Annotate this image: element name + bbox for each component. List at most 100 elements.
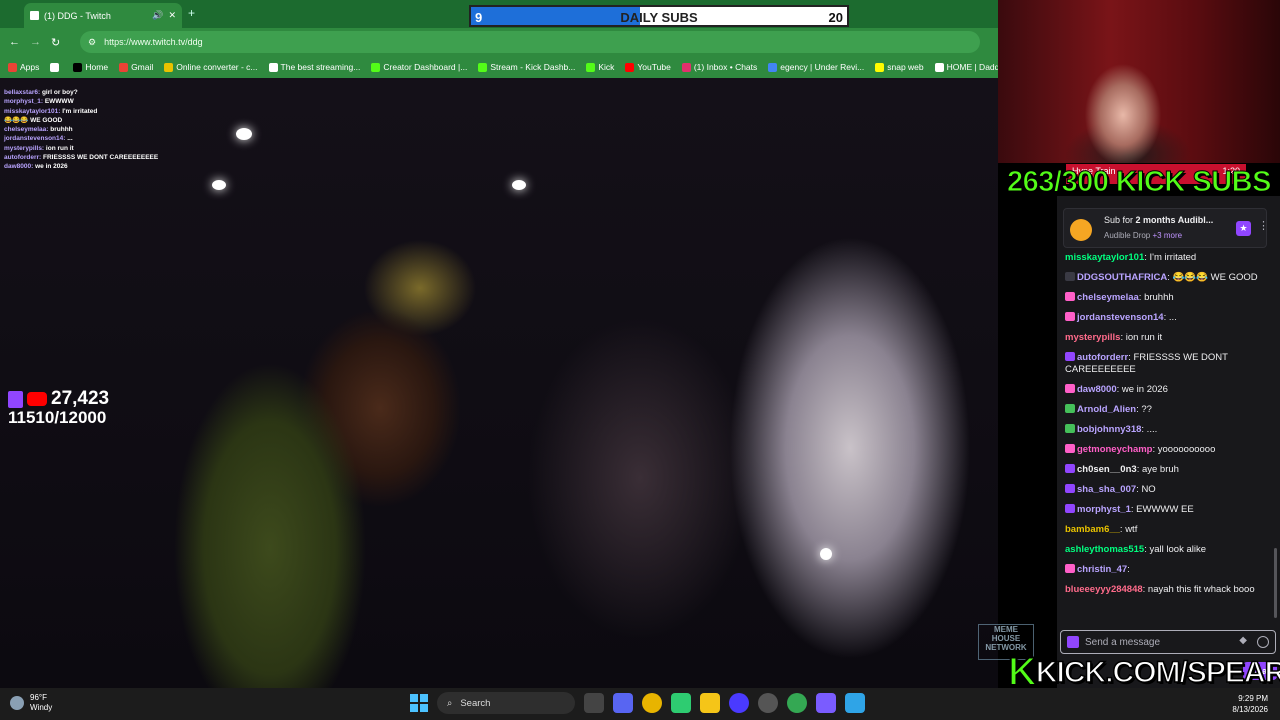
- app-grid-icon[interactable]: [816, 693, 836, 713]
- chat-badge-icon[interactable]: [1065, 444, 1075, 453]
- overlay-chat-user: bellaxstar6:: [4, 89, 41, 96]
- system-clock[interactable]: 9:29 PM 8/13/2026: [1232, 693, 1268, 715]
- chat-text: : nayah this fit whack booo: [1142, 584, 1255, 595]
- twitch-icon: [8, 390, 23, 408]
- start-windows-icon[interactable]: [410, 694, 428, 712]
- url-input[interactable]: ⚙ https://www.twitch.tv/ddg: [80, 31, 980, 53]
- promo-more-link[interactable]: +3 more: [1152, 231, 1182, 240]
- bookmark-label: egency | Under Revi...: [780, 62, 865, 72]
- chat-badge-icon[interactable]: [1065, 352, 1075, 361]
- chat-username[interactable]: blueeeyyy284848: [1065, 584, 1143, 595]
- bookmark-item[interactable]: Stream - Kick Dashb...: [478, 62, 575, 72]
- chat-scrollbar[interactable]: [1274, 548, 1277, 618]
- chat-username[interactable]: daw8000: [1077, 384, 1117, 395]
- bookmark-label: HOME | DaddyL: [946, 62, 998, 72]
- bookmark-item[interactable]: YouTube: [625, 62, 671, 72]
- bookmark-item[interactable]: The best streaming...: [268, 62, 360, 72]
- star-icon[interactable]: ★: [1236, 221, 1251, 236]
- bookmark-label: Online converter - c...: [176, 62, 258, 72]
- bookmark-label: YouTube: [637, 62, 671, 72]
- bookmark-item[interactable]: [50, 62, 62, 72]
- sub-promo-card[interactable]: Sub for 2 months Audibl... Audible Drop …: [1063, 208, 1269, 248]
- obs-icon[interactable]: [729, 693, 749, 713]
- chat-username[interactable]: DDGSOUTHAFRICA: [1077, 272, 1167, 283]
- overlay-chat-line: 😂😂😂 WE GOOD: [4, 116, 164, 125]
- emote-picker-icon[interactable]: [1257, 636, 1269, 648]
- bookmark-item[interactable]: Online converter - c...: [164, 62, 258, 72]
- bookmark-favicon-icon: [768, 62, 778, 72]
- chat-username[interactable]: bambam6__: [1065, 524, 1120, 535]
- kick-subs-goal: 263/300 KICK SUBS: [1007, 166, 1272, 199]
- chat-message: bobjohnny318: ....: [1065, 424, 1270, 436]
- tab-title: (1) DDG - Twitch: [44, 10, 111, 21]
- new-tab-button[interactable]: +: [188, 6, 195, 20]
- chat-username[interactable]: chelseymelaa: [1077, 292, 1139, 303]
- app-green-icon[interactable]: [671, 693, 691, 713]
- back-icon[interactable]: ←: [9, 36, 20, 48]
- chat-username[interactable]: getmoneychamp: [1077, 444, 1153, 455]
- chat-badge-icon[interactable]: [1065, 564, 1075, 573]
- overlay-chat-line: autoforderr: FRIESSSS WE DONT CAREEEEEEE…: [4, 153, 164, 162]
- taskbar-search-label: Search: [460, 697, 491, 709]
- bookmark-item[interactable]: egency | Under Revi...: [768, 62, 864, 72]
- chat-message: bambam6__: wtf: [1065, 524, 1270, 536]
- forward-icon[interactable]: →: [30, 36, 41, 48]
- bookmark-item[interactable]: Gmail: [119, 62, 153, 72]
- chat-username[interactable]: morphyst_1: [1077, 504, 1131, 515]
- chat-badge-icon[interactable]: [1065, 292, 1075, 301]
- bits-icon[interactable]: ◆: [1239, 635, 1247, 646]
- chat-badge-icon[interactable]: [1065, 384, 1075, 393]
- stage-light: [212, 180, 226, 190]
- weather-condition: Windy: [30, 703, 53, 712]
- file-explorer-icon[interactable]: [700, 693, 720, 713]
- speaker-icon[interactable]: 🔊: [152, 10, 163, 21]
- chat-text: : I'm irritated: [1144, 252, 1197, 263]
- chat-badge-icon[interactable]: [1065, 312, 1075, 321]
- chat-username[interactable]: mysterypills: [1065, 332, 1120, 343]
- chat-badge-icon[interactable]: [1065, 272, 1075, 281]
- chrome-profile-icon[interactable]: [787, 693, 807, 713]
- chat-username[interactable]: Arnold_Alien: [1077, 404, 1136, 415]
- bookmark-item[interactable]: (1) Inbox • Chats: [681, 62, 757, 72]
- overlay-chat-text: girl or boy?: [41, 89, 78, 96]
- chat-username[interactable]: autoforderr: [1077, 352, 1128, 363]
- chat-username[interactable]: christin_47: [1077, 564, 1127, 575]
- bookmark-item[interactable]: snap web: [875, 62, 924, 72]
- chat-badge-icon[interactable]: [1065, 464, 1075, 473]
- bookmark-item[interactable]: Creator Dashboard |...: [371, 62, 467, 72]
- chat-text: :: [1127, 564, 1130, 575]
- chat-message: Arnold_Alien: ??: [1065, 404, 1270, 416]
- stream-overlay-chat: bellaxstar6: girl or boy? morphyst_1: EWW…: [4, 88, 164, 172]
- more-options-icon[interactable]: ⋮: [1258, 219, 1269, 232]
- app-blue-icon[interactable]: [845, 693, 865, 713]
- chrome-icon[interactable]: [642, 693, 662, 713]
- chat-badge-icon[interactable]: [1065, 504, 1075, 513]
- tab-ddg-twitch[interactable]: (1) DDG - Twitch 🔊 ✕: [24, 3, 182, 28]
- task-view-icon[interactable]: [584, 693, 604, 713]
- chat-badge-icon[interactable]: [1065, 404, 1075, 413]
- chat-badge-icon[interactable]: [1065, 484, 1075, 493]
- settings-gear-icon[interactable]: [758, 693, 778, 713]
- chat-username[interactable]: ashleythomas515: [1065, 544, 1144, 555]
- overlay-chat-line: chelseymelaa: bruhhh: [4, 125, 164, 134]
- reload-icon[interactable]: ↻: [51, 36, 60, 49]
- chat-identity-icon[interactable]: [1067, 636, 1079, 648]
- chat-username[interactable]: misskaytaylor101: [1065, 252, 1144, 263]
- chat-text: : wtf: [1119, 524, 1138, 535]
- overlay-chat-user: misskaytaylor101:: [4, 107, 61, 115]
- bookmark-item[interactable]: Home: [73, 62, 108, 72]
- site-info-icon[interactable]: ⚙: [88, 37, 96, 48]
- close-tab-icon[interactable]: ✕: [168, 10, 176, 21]
- chat-username[interactable]: jordanstevenson14: [1077, 312, 1164, 323]
- discord-icon[interactable]: [613, 693, 633, 713]
- chat-badge-icon[interactable]: [1065, 424, 1075, 433]
- chat-username[interactable]: sha_sha_007: [1077, 484, 1136, 495]
- weather-widget[interactable]: 96°F Windy: [10, 693, 52, 713]
- bookmark-item[interactable]: HOME | DaddyL: [934, 62, 998, 72]
- chat-text: : EWWWW EE: [1130, 504, 1194, 515]
- bookmark-item[interactable]: Apps: [8, 62, 39, 72]
- chat-username[interactable]: bobjohnny318: [1077, 424, 1141, 435]
- chat-username[interactable]: ch0sen__0n3: [1077, 464, 1137, 475]
- taskbar-search[interactable]: ⌕ Search: [437, 692, 575, 714]
- bookmark-item[interactable]: Kick: [586, 62, 614, 72]
